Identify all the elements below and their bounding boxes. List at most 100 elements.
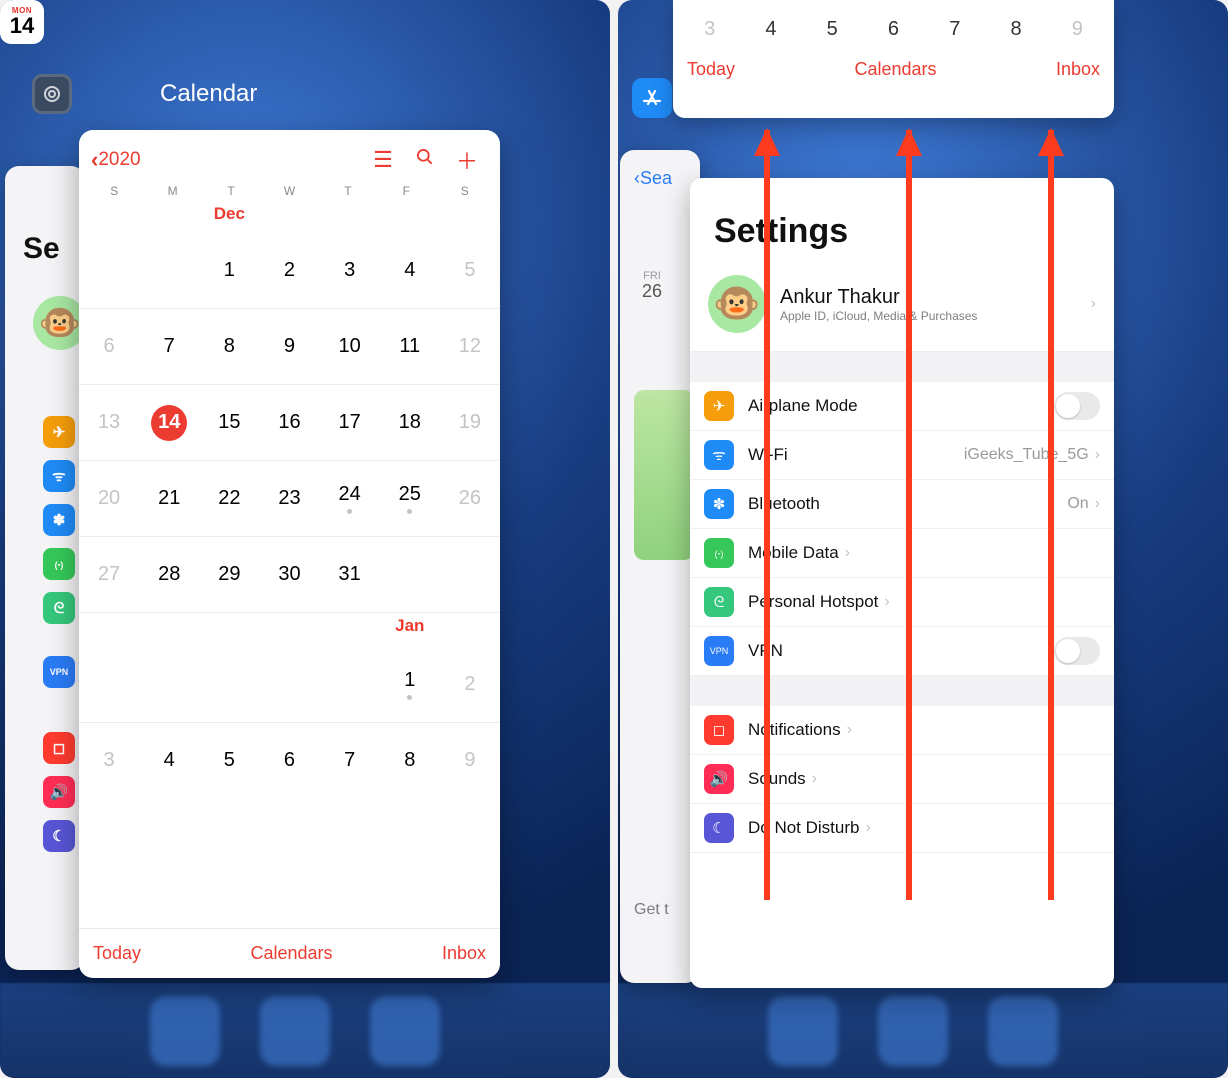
calendar-day[interactable]: 5	[440, 232, 500, 308]
inbox-button[interactable]: Inbox	[442, 943, 486, 964]
calendar-grid-jan[interactable]: Jan12 3456789	[79, 612, 500, 798]
year-label: 2020	[98, 149, 140, 171]
row-label: Bluetooth	[748, 494, 820, 514]
calendar-day[interactable]: 29	[199, 536, 259, 612]
calendar-day[interactable]: 8	[380, 722, 440, 798]
settings-row-icon: ᯤ	[43, 460, 75, 492]
today-date-small: FRI26	[642, 270, 662, 302]
settings-title-fragment: Se	[23, 232, 60, 266]
dock-app-tile	[768, 996, 838, 1066]
right-panel: ‹ Sea FRI26 Get t Settings 🐵 Ankur Thaku…	[618, 0, 1228, 1078]
calendar-day[interactable]: 2	[440, 646, 500, 722]
calendar-card-swiped[interactable]: 3456789 Today Calendars Inbox	[673, 0, 1114, 118]
calendar-day[interactable]: 7	[924, 18, 985, 41]
today-button[interactable]: Today	[93, 943, 141, 964]
row-label: Mobile Data	[748, 543, 839, 563]
calendar-day[interactable]: 8	[985, 18, 1046, 41]
calendar-day	[440, 536, 500, 612]
calendar-day[interactable]: 30	[259, 536, 319, 612]
dock-app-tile	[988, 996, 1058, 1066]
search-icon[interactable]	[404, 147, 446, 173]
account-subtitle: Apple ID, iCloud, Media & Purchases	[780, 309, 977, 323]
calendar-day[interactable]: 7	[139, 308, 199, 384]
day-of-week-row: SMTWTFS	[79, 182, 500, 204]
calendar-day[interactable]: 16	[259, 384, 319, 460]
calendar-day[interactable]: 26	[440, 460, 500, 536]
calendar-day[interactable]: 2	[259, 232, 319, 308]
back-to-year-button[interactable]: ‹ 2020	[91, 147, 141, 173]
calendar-day[interactable]: 14	[139, 384, 199, 460]
calendar-day[interactable]: 24	[320, 460, 380, 536]
calendars-button[interactable]: Calendars	[141, 943, 442, 964]
calendar-day[interactable]: 5	[802, 18, 863, 41]
calendar-day[interactable]: 5	[199, 722, 259, 798]
calendar-day[interactable]: 4	[139, 722, 199, 798]
chevron-right-icon: ›	[1095, 446, 1100, 464]
calendar-day[interactable]: 31	[320, 536, 380, 612]
calendar-day[interactable]: 19	[440, 384, 500, 460]
calendar-day[interactable]: 20	[79, 460, 139, 536]
settings-app-icon[interactable]	[32, 74, 72, 114]
toggle[interactable]	[1054, 637, 1100, 665]
calendar-day[interactable]: 4	[740, 18, 801, 41]
calendar-day[interactable]: 13	[79, 384, 139, 460]
calendar-day[interactable]: 23	[259, 460, 319, 536]
calendar-app-icon[interactable]: MON 14	[0, 0, 44, 44]
calendar-day[interactable]: 6	[863, 18, 924, 41]
calendar-grid-dec[interactable]: Dec1234567891011121314151617181920212223…	[79, 204, 500, 612]
avatar: 🐵	[708, 275, 766, 333]
calendar-day[interactable]: 18	[380, 384, 440, 460]
calendar-day[interactable]: 27	[79, 536, 139, 612]
calendar-day[interactable]: 25	[380, 460, 440, 536]
calendar-day[interactable]: 6	[259, 722, 319, 798]
calendar-day[interactable]: 22	[199, 460, 259, 536]
calendar-day[interactable]: 3	[679, 18, 740, 41]
appstore-card-behind[interactable]: ‹ Sea FRI26 Get t	[620, 150, 700, 983]
calendars-button[interactable]: Calendars	[735, 59, 1056, 80]
calendar-day[interactable]: 17	[320, 384, 380, 460]
calendar-day[interactable]: 9	[440, 722, 500, 798]
calendar-day[interactable]: 4	[380, 232, 440, 308]
row-icon: ☾	[704, 813, 734, 843]
row-icon: ᘓ	[704, 587, 734, 617]
chevron-right-icon: ›	[812, 770, 817, 788]
calendar-day[interactable]: 3	[320, 232, 380, 308]
calendar-day[interactable]: 6	[79, 308, 139, 384]
calendar-day[interactable]: 1	[380, 646, 440, 722]
calendar-day[interactable]: 10	[320, 308, 380, 384]
row-icon: 🔊	[704, 764, 734, 794]
calendar-day[interactable]: 15	[199, 384, 259, 460]
dow-label: W	[260, 184, 318, 198]
dock-app-tile	[260, 996, 330, 1066]
month-label: Jan	[395, 616, 424, 644]
calendar-day[interactable]: 9	[259, 308, 319, 384]
calendar-day[interactable]: 28	[139, 536, 199, 612]
calendar-day[interactable]: 7	[320, 722, 380, 798]
chevron-right-icon: ›	[884, 593, 889, 611]
calendar-day[interactable]: 8	[199, 308, 259, 384]
toggle[interactable]	[1054, 392, 1100, 420]
settings-card-behind[interactable]: Se 🐵 ✈ᯤ✽(ꞏ)ᘓVPN◻🔊☾	[5, 166, 85, 970]
back-button[interactable]: ‹ Sea	[634, 168, 672, 189]
calendar-card[interactable]: ‹ 2020 ☰ ＋ SMTWTFS Dec123456789101112131…	[79, 130, 500, 978]
today-button[interactable]: Today	[687, 59, 735, 80]
settings-row-icon: ✽	[43, 504, 75, 536]
list-view-icon[interactable]: ☰	[362, 147, 404, 173]
calendar-day[interactable]: 21	[139, 460, 199, 536]
calendar-day[interactable]: 9	[1047, 18, 1108, 41]
calendar-day[interactable]: 1	[199, 232, 259, 308]
calendar-day	[139, 232, 199, 308]
calendar-day[interactable]: 3	[79, 722, 139, 798]
month-label: Dec	[214, 204, 245, 232]
today-widget	[634, 390, 694, 560]
inbox-button[interactable]: Inbox	[1056, 59, 1100, 80]
add-event-icon[interactable]: ＋	[446, 144, 488, 176]
calendar-day[interactable]: 11	[380, 308, 440, 384]
calendar-day	[380, 536, 440, 612]
calendar-row-jan: 3456789	[673, 0, 1114, 49]
calendar-day[interactable]: 12	[440, 308, 500, 384]
row-label: Sounds	[748, 769, 806, 789]
row-icon: ◻	[704, 715, 734, 745]
appstore-app-icon[interactable]	[632, 78, 672, 118]
calendar-day	[259, 646, 319, 722]
